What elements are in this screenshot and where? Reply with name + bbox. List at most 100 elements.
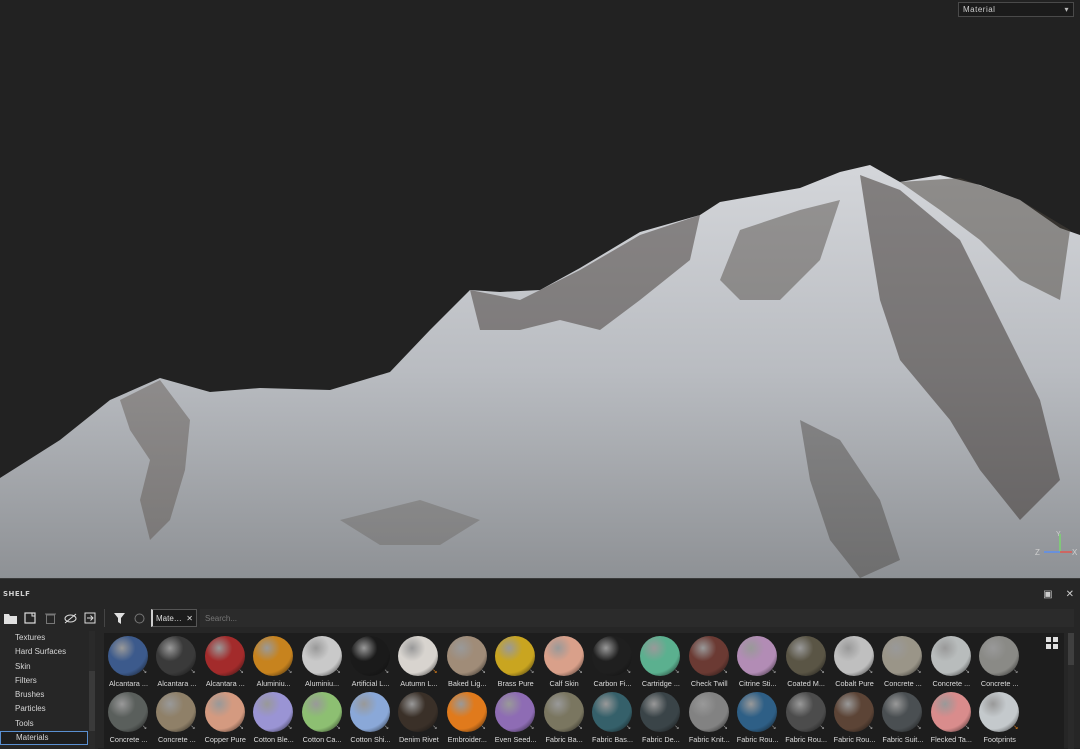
material-tile[interactable]: ↘ Coated M... (782, 633, 831, 689)
chevron-down-icon: ▾ (1064, 5, 1069, 14)
search-input[interactable] (200, 609, 1074, 627)
view-mode-select[interactable]: Material ▾ (958, 2, 1074, 17)
material-label: Check Twill (690, 679, 728, 688)
material-tile[interactable]: ↘ Fabric Rou... (830, 689, 879, 745)
material-tile[interactable]: ↘ Copper Pure (201, 689, 250, 745)
material-label: Aluminiu... (305, 679, 340, 688)
gizmo-z-label: Z (1035, 548, 1040, 557)
filter-chip-label: Mate… (156, 613, 182, 623)
material-label: Fabric Rou... (736, 735, 779, 744)
circle-filter-icon[interactable] (129, 608, 149, 628)
grid-scrollbar[interactable] (1068, 633, 1074, 749)
import-icon[interactable] (80, 608, 100, 628)
material-tile[interactable]: ↘ Concrete ... (927, 633, 976, 689)
material-tile[interactable]: ↘ Artificial L... (346, 633, 395, 689)
viewport-3d[interactable]: Material ▾ Y X Z (0, 0, 1080, 578)
material-tile[interactable]: ↘ Even Seed... (491, 689, 540, 745)
material-tile[interactable]: ↘ Fabric Knit... (685, 689, 734, 745)
category-materials[interactable]: Materials (0, 731, 88, 746)
download-badge-icon: ↘ (771, 669, 777, 675)
filter-icon[interactable] (109, 608, 129, 628)
materials-grid: ↘ Alcantara ... ↘ Alcantara ... ↘ Alcantara .… (104, 633, 1074, 749)
download-badge-icon: ↘ (384, 725, 390, 731)
shelf-categories: Textures Hard Surfaces Skin Filters Brus… (0, 631, 98, 749)
material-tile[interactable]: ↘ Fabric Ba... (540, 689, 589, 745)
download-badge-icon: ↘ (287, 725, 293, 731)
material-label: Cotton Ca... (302, 735, 342, 744)
download-badge-icon: ↘ (916, 669, 922, 675)
material-tile[interactable]: ↘ Footprints (975, 689, 1024, 745)
material-tile[interactable]: ↘ Cartridge ... (636, 633, 685, 689)
material-tile[interactable]: ↘ Cobalt Pure (830, 633, 879, 689)
category-hard-surfaces[interactable]: Hard Surfaces (0, 645, 88, 659)
material-label: Cotton Shi... (350, 735, 391, 744)
download-badge-icon: ↘ (1013, 669, 1019, 675)
download-badge-icon: ↘ (142, 669, 148, 675)
material-tile[interactable]: ↘ Calf Skin (540, 633, 589, 689)
close-icon[interactable]: ✕ (1066, 589, 1074, 600)
category-brushes[interactable]: Brushes (0, 688, 88, 702)
material-tile[interactable]: ↘ Fabric Suit... (878, 689, 927, 745)
category-textures[interactable]: Textures (0, 631, 88, 645)
download-badge-icon: ↘ (238, 669, 244, 675)
material-tile[interactable]: ↘ Autumn L... (394, 633, 443, 689)
material-tile[interactable]: ↘ Alcantara ... (201, 633, 250, 689)
material-tile[interactable]: ↘ Carbon Fi... (588, 633, 637, 689)
material-label: Cotton Ble... (253, 735, 294, 744)
category-filters[interactable]: Filters (0, 674, 88, 688)
download-badge-icon: ↘ (964, 725, 970, 731)
category-tools[interactable]: Tools (0, 717, 88, 731)
material-label: Concrete ... (932, 679, 971, 688)
grid-view-icon[interactable] (1046, 637, 1058, 649)
material-tile[interactable]: ↘ Fabric Rou... (733, 689, 782, 745)
material-tile[interactable]: ↘ Aluminiu... (298, 633, 347, 689)
download-badge-icon: ↘ (626, 725, 632, 731)
sidebar-scrollbar[interactable] (89, 631, 95, 749)
material-tile[interactable]: ↘ Cotton Ble... (249, 689, 298, 745)
download-badge-icon: ↘ (964, 669, 970, 675)
folder-icon[interactable] (0, 608, 20, 628)
material-tile[interactable]: ↘ Embroider... (443, 689, 492, 745)
material-tile[interactable]: ↘ Aluminiu... (249, 633, 298, 689)
shelf-panel: SHELF ▣ ✕ Mate… ✕ Te (0, 578, 1080, 749)
material-tile[interactable]: ↘ Cotton Shi... (346, 689, 395, 745)
material-tile[interactable]: ↘ Citrine Sti... (733, 633, 782, 689)
download-badge-icon: ↘ (722, 669, 728, 675)
toolbar-divider (104, 609, 105, 627)
download-badge-icon: ↘ (819, 669, 825, 675)
material-tile[interactable]: ↘ Flecked Ta... (927, 689, 976, 745)
material-tile[interactable]: ↘ Baked Lig... (443, 633, 492, 689)
material-label: Fabric Suit... (882, 735, 924, 744)
material-label: Footprints (983, 735, 1016, 744)
material-tile[interactable]: ↘ Check Twill (685, 633, 734, 689)
material-tile[interactable]: ↘ Fabric Bas... (588, 689, 637, 745)
hide-icon[interactable] (60, 608, 80, 628)
material-tile[interactable]: ↘ Concrete ... (104, 689, 153, 745)
material-tile[interactable]: ↘ Cotton Ca... (298, 689, 347, 745)
material-tile[interactable]: ↘ Brass Pure (491, 633, 540, 689)
material-label: Autumn L... (400, 679, 438, 688)
material-tile[interactable]: ↘ Fabric De... (636, 689, 685, 745)
material-label: Concrete ... (158, 735, 196, 744)
material-label: Concrete ... (884, 679, 922, 688)
chip-close-icon[interactable]: ✕ (186, 614, 193, 623)
download-badge-icon: ↘ (190, 669, 196, 675)
material-tile[interactable]: ↘ Concrete ... (878, 633, 927, 689)
material-tile[interactable]: ↘ Alcantara ... (104, 633, 153, 689)
material-tile[interactable]: ↘ Denim Rivet (394, 689, 443, 745)
new-item-icon[interactable] (20, 608, 40, 628)
gizmo-x-label: X (1072, 548, 1078, 557)
delete-icon[interactable] (40, 608, 60, 628)
material-label: Concrete ... (109, 735, 148, 744)
category-particles[interactable]: Particles (0, 702, 88, 716)
material-label: Cartridge ... (641, 679, 680, 688)
material-tile[interactable]: ↘ Concrete ... (975, 633, 1024, 689)
material-tile[interactable]: ↘ Fabric Rou... (782, 689, 831, 745)
material-tile[interactable]: ↘ Concrete ... (152, 689, 201, 745)
filter-chip-materials[interactable]: Mate… ✕ (151, 609, 197, 627)
shelf-toolbar: Mate… ✕ (0, 608, 1080, 628)
undock-icon[interactable]: ▣ (1043, 589, 1052, 600)
material-tile[interactable]: ↘ Alcantara ... (152, 633, 201, 689)
material-label: Fabric Bas... (592, 735, 633, 744)
category-skin[interactable]: Skin (0, 660, 88, 674)
